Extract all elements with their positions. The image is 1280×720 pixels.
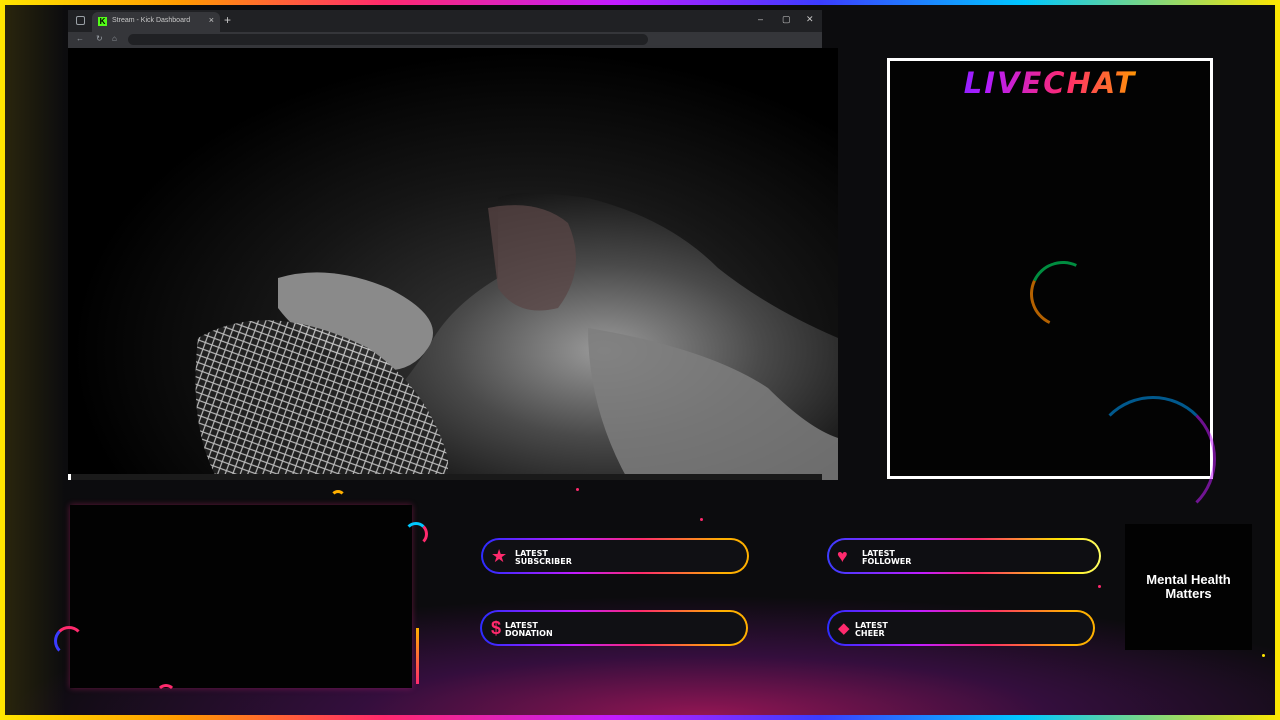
- banner-text: Mental Health Matters: [1146, 572, 1231, 601]
- decor-ring-icon: [404, 522, 428, 546]
- reload-icon[interactable]: ↻: [96, 34, 103, 43]
- minimize-button[interactable]: –: [758, 14, 763, 24]
- neon-accent-line: [416, 628, 419, 684]
- video-frame-image: [195, 193, 838, 480]
- windows-taskbar: [68, 474, 822, 480]
- decor-ring-icon: [54, 626, 84, 656]
- latest-cheer-label: LATEST CHEER: [855, 621, 888, 638]
- sparkle-dot: [1262, 654, 1265, 657]
- livechat-title: LIVECHAT: [890, 66, 1210, 100]
- kick-favicon-icon: K: [98, 17, 107, 26]
- latest-cheer-widget: ◆ LATEST CHEER: [827, 610, 1095, 646]
- new-tab-button[interactable]: +: [224, 13, 231, 27]
- heart-icon: ♥: [837, 546, 848, 566]
- loading-ring-icon: [1020, 251, 1106, 337]
- tab-title: Stream - Kick Dashboard: [112, 17, 191, 24]
- browser-tab[interactable]: K Stream - Kick Dashboard ×: [92, 12, 220, 32]
- latest-follower-label: LATEST FOLLOWER: [862, 549, 912, 566]
- sparkle-dot: [576, 488, 579, 491]
- decor-ring-icon: [330, 490, 346, 506]
- sparkle-dot: [700, 518, 703, 521]
- back-icon[interactable]: ←: [76, 34, 84, 43]
- browser-window: K Stream - Kick Dashboard × + – ▢ ✕ ← ↻ …: [68, 10, 838, 480]
- tab-close-icon[interactable]: ×: [209, 15, 214, 25]
- latest-follower-widget: ♥ LATEST FOLLOWER: [827, 538, 1101, 574]
- webcam-frame: [70, 505, 412, 688]
- latest-donation-widget: $ LATEST DONATION: [480, 610, 748, 646]
- mental-health-banner: Mental Health Matters: [1125, 524, 1252, 650]
- tab-actions-icon[interactable]: [76, 16, 85, 25]
- close-window-button[interactable]: ✕: [806, 14, 814, 25]
- maximize-button[interactable]: ▢: [782, 14, 791, 25]
- home-icon[interactable]: ⌂: [112, 34, 117, 43]
- latest-subscriber-label: LATEST SUBSCRIBER: [515, 549, 572, 566]
- address-bar-row: ← ↻ ⌂: [68, 32, 822, 48]
- diamond-icon: ◆: [838, 620, 850, 637]
- dollar-icon: $: [491, 618, 502, 638]
- latest-subscriber-widget: ★ LATEST SUBSCRIBER: [481, 538, 749, 574]
- sparkle-dot: [1098, 585, 1101, 588]
- livechat-panel: LIVECHAT: [887, 58, 1216, 522]
- decor-ring-icon: [156, 684, 176, 704]
- stream-video-preview: [68, 48, 838, 480]
- star-icon: ★: [491, 546, 508, 566]
- start-button[interactable]: [68, 474, 71, 480]
- url-input[interactable]: [128, 34, 648, 45]
- browser-tab-bar: K Stream - Kick Dashboard × + – ▢ ✕: [68, 10, 822, 32]
- latest-donation-label: LATEST DONATION: [505, 621, 553, 638]
- decor-ring-icon: [1090, 396, 1216, 522]
